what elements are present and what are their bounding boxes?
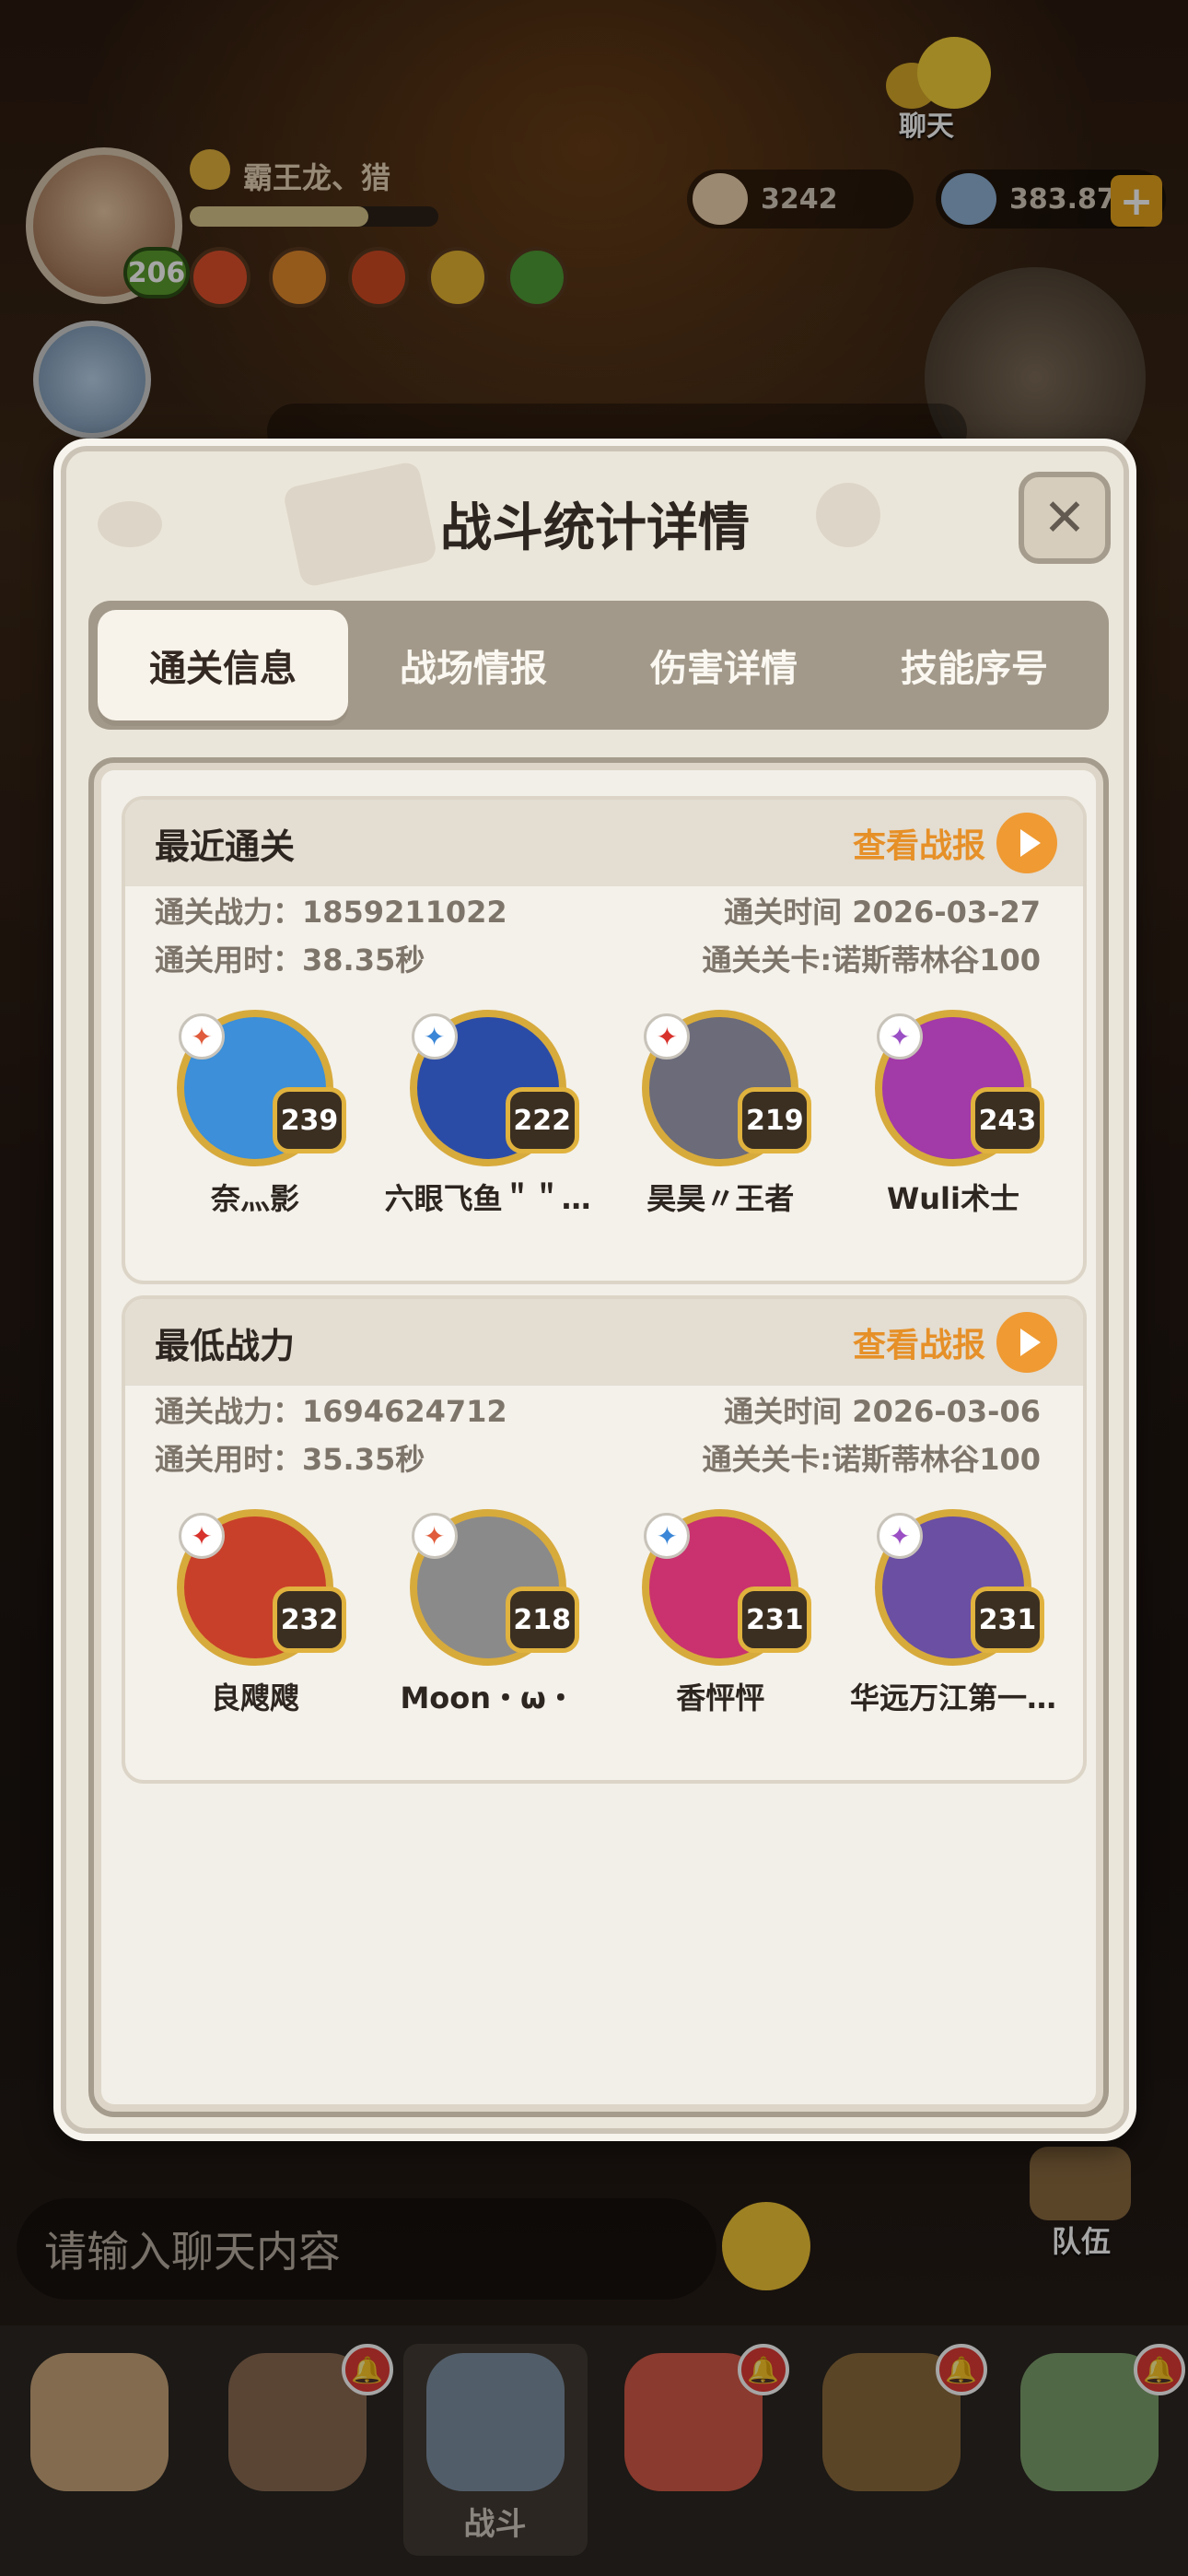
hero-name: 奈灬影 bbox=[210, 1181, 299, 1216]
fire-element-icon: ✦ bbox=[644, 1013, 691, 1060]
clear-duration: 通关用时：38.35秒 bbox=[155, 943, 425, 978]
section-title: 最近通关 bbox=[155, 825, 296, 867]
clear-power: 通关战力：1859211022 bbox=[155, 895, 507, 930]
hero-level: 222 bbox=[505, 1087, 579, 1153]
hero-avatar: ✦ 222 bbox=[409, 1010, 579, 1166]
tab-bar: 通关信息 战场情报 伤害详情 技能序号 bbox=[88, 601, 1109, 730]
hero-level: 218 bbox=[505, 1587, 579, 1653]
close-icon: ✕ bbox=[1042, 487, 1087, 548]
hero-name: 香怦怦 bbox=[676, 1680, 765, 1715]
hero-name: Wuli术士 bbox=[886, 1181, 1019, 1216]
hero-name: Moon・ω・ bbox=[400, 1680, 576, 1715]
hero-avatar: ✦ 231 bbox=[642, 1509, 812, 1666]
hero-item[interactable]: ✦ 219 昊昊〃王者 bbox=[605, 1010, 835, 1218]
dark-element-icon: ✦ bbox=[876, 1013, 923, 1060]
hero-item[interactable]: ✦ 243 Wuli术士 bbox=[838, 1010, 1068, 1218]
hero-item[interactable]: ✦ 232 良飕飕 bbox=[140, 1509, 370, 1717]
hero-level: 239 bbox=[273, 1087, 346, 1153]
hero-level: 219 bbox=[738, 1087, 812, 1153]
clear-power: 通关战力：1694624712 bbox=[155, 1394, 507, 1429]
water-element-icon: ✦ bbox=[411, 1013, 458, 1060]
clear-time: 通关时间 2026-03-06 bbox=[724, 1394, 1041, 1429]
battle-stats-modal: 战斗统计详情 ✕ 通关信息 战场情报 伤害详情 技能序号 最近通关 查看战报 通… bbox=[53, 439, 1136, 2141]
clear-time: 通关时间 2026-03-27 bbox=[724, 895, 1041, 930]
hero-avatar: ✦ 219 bbox=[642, 1010, 812, 1166]
hero-item[interactable]: ✦ 218 Moon・ω・ bbox=[373, 1509, 603, 1717]
hero-avatar: ✦ 239 bbox=[177, 1010, 346, 1166]
view-report-button[interactable]: 查看战报 bbox=[853, 1312, 1057, 1373]
tab-battlefield-intel[interactable]: 战场情报 bbox=[348, 610, 599, 720]
view-report-label: 查看战报 bbox=[852, 827, 985, 865]
clear-stage: 通关关卡:诺斯蒂林谷100 bbox=[702, 943, 1041, 978]
hero-list: ✦ 232 良飕飕 ✦ 218 Moon・ω・ ✦ 231 香怦怦 ✦ 231 … bbox=[125, 1481, 1083, 1717]
hero-avatar: ✦ 243 bbox=[874, 1010, 1044, 1166]
hero-name: 昊昊〃王者 bbox=[646, 1181, 795, 1216]
fire-element-icon: ✦ bbox=[179, 1013, 225, 1060]
hero-avatar: ✦ 218 bbox=[409, 1509, 579, 1666]
play-icon bbox=[996, 1312, 1057, 1373]
hero-avatar: ✦ 231 bbox=[874, 1509, 1044, 1666]
hero-level: 231 bbox=[970, 1587, 1044, 1653]
clear-stage: 通关关卡:诺斯蒂林谷100 bbox=[702, 1442, 1041, 1477]
view-report-button[interactable]: 查看战报 bbox=[853, 813, 1057, 873]
recent-clear-card: 最近通关 查看战报 通关战力：1859211022 通关时间 2026-03-2… bbox=[122, 796, 1087, 1284]
content-panel: 最近通关 查看战报 通关战力：1859211022 通关时间 2026-03-2… bbox=[88, 757, 1109, 2117]
tab-damage-details[interactable]: 伤害详情 bbox=[599, 610, 849, 720]
clear-duration: 通关用时：35.35秒 bbox=[155, 1442, 425, 1477]
hero-item[interactable]: ✦ 239 奈灬影 bbox=[140, 1010, 370, 1218]
lowest-power-card: 最低战力 查看战报 通关战力：1694624712 通关时间 2026-03-0… bbox=[122, 1295, 1087, 1784]
fire-element-icon: ✦ bbox=[179, 1513, 225, 1559]
fire-element-icon: ✦ bbox=[411, 1513, 458, 1559]
hero-level: 231 bbox=[738, 1587, 812, 1653]
hero-item[interactable]: ✦ 231 华远万江第一… bbox=[838, 1509, 1068, 1717]
close-button[interactable]: ✕ bbox=[1019, 472, 1111, 564]
dark-element-icon: ✦ bbox=[876, 1513, 923, 1559]
hero-name: 六眼飞鱼＂＂… bbox=[384, 1181, 591, 1216]
hero-list: ✦ 239 奈灬影 ✦ 222 六眼飞鱼＂＂… ✦ 219 昊昊〃王者 ✦ 24… bbox=[125, 982, 1083, 1218]
section-title: 最低战力 bbox=[155, 1325, 296, 1366]
play-icon bbox=[996, 813, 1057, 873]
hero-level: 243 bbox=[970, 1087, 1044, 1153]
water-element-icon: ✦ bbox=[644, 1513, 691, 1559]
tab-clear-info[interactable]: 通关信息 bbox=[98, 610, 348, 720]
hero-level: 232 bbox=[273, 1587, 346, 1653]
hero-item[interactable]: ✦ 222 六眼飞鱼＂＂… bbox=[373, 1010, 603, 1218]
tab-skill-order[interactable]: 技能序号 bbox=[849, 610, 1100, 720]
hero-name: 华远万江第一… bbox=[849, 1680, 1056, 1715]
hero-item[interactable]: ✦ 231 香怦怦 bbox=[605, 1509, 835, 1717]
hero-name: 良飕飕 bbox=[210, 1680, 299, 1715]
hero-avatar: ✦ 232 bbox=[177, 1509, 346, 1666]
view-report-label: 查看战报 bbox=[852, 1327, 985, 1364]
modal-title: 战斗统计详情 bbox=[440, 498, 750, 558]
